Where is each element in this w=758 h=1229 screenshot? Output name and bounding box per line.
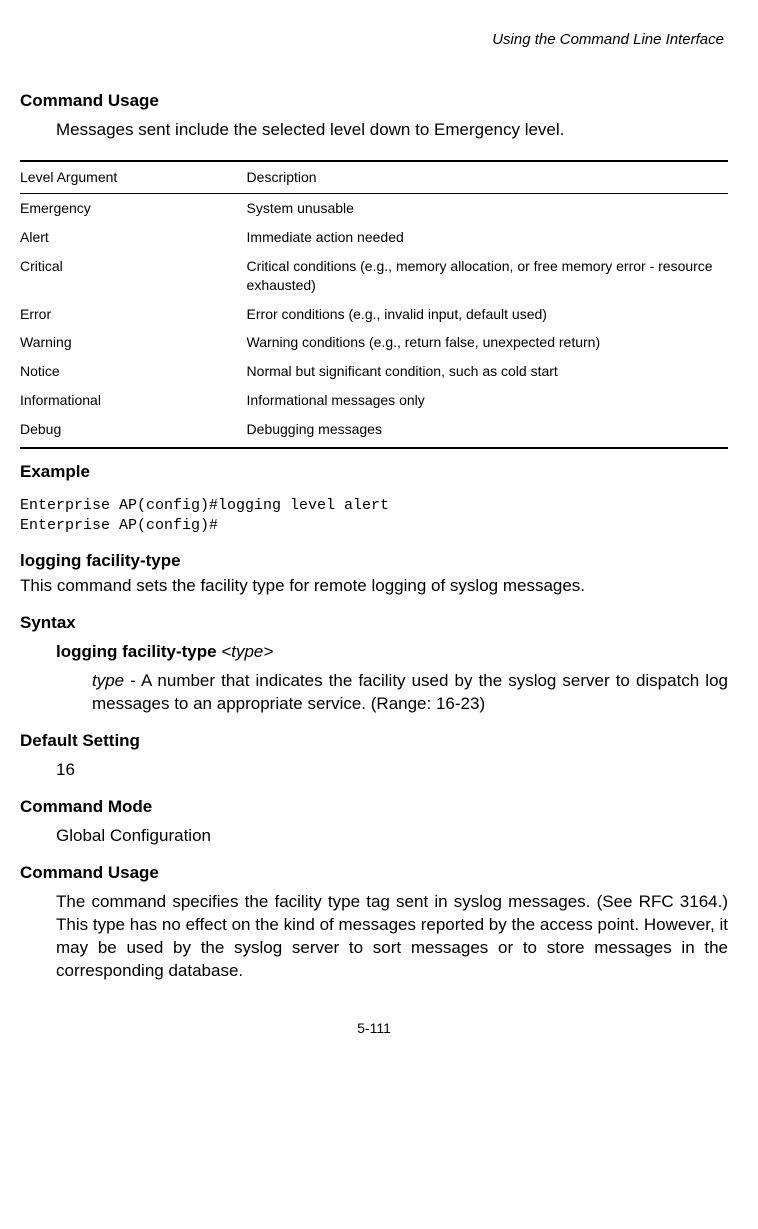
command-usage-title-2: Command Usage bbox=[20, 862, 728, 885]
table-cell: Error conditions (e.g., invalid input, d… bbox=[247, 300, 728, 329]
command-usage-body: The command specifies the facility type … bbox=[56, 891, 728, 983]
syntax-command: logging facility-type bbox=[56, 642, 217, 661]
table-row: DebugDebugging messages bbox=[20, 415, 728, 448]
table-cell: Warning bbox=[20, 328, 247, 357]
page-number: 5-111 bbox=[20, 1019, 728, 1038]
table-cell: Normal but significant condition, such a… bbox=[247, 357, 728, 386]
table-cell: Warning conditions (e.g., return false, … bbox=[247, 328, 728, 357]
type-text: - A number that indicates the facility u… bbox=[92, 671, 728, 713]
table-cell: System unusable bbox=[247, 194, 728, 223]
type-description: type - A number that indicates the facil… bbox=[92, 670, 728, 716]
table-cell: Alert bbox=[20, 223, 247, 252]
table-row: AlertImmediate action needed bbox=[20, 223, 728, 252]
table-cell: Critical conditions (e.g., memory alloca… bbox=[247, 252, 728, 300]
default-setting-title: Default Setting bbox=[20, 730, 728, 753]
command-mode-title: Command Mode bbox=[20, 796, 728, 819]
example-title: Example bbox=[20, 461, 728, 484]
command-description: This command sets the facility type for … bbox=[20, 575, 728, 598]
table-cell: Emergency bbox=[20, 194, 247, 223]
syntax-line: logging facility-type <type> bbox=[56, 641, 728, 664]
cli-example: Enterprise AP(config)#logging level aler… bbox=[20, 496, 728, 537]
table-cell: Critical bbox=[20, 252, 247, 300]
table-cell: Error bbox=[20, 300, 247, 329]
default-setting-value: 16 bbox=[56, 759, 728, 782]
table-row: NoticeNormal but significant condition, … bbox=[20, 357, 728, 386]
table-row: WarningWarning conditions (e.g., return … bbox=[20, 328, 728, 357]
table-header-description: Description bbox=[247, 161, 728, 193]
levels-table: Level Argument Description EmergencySyst… bbox=[20, 160, 728, 449]
table-cell: Debugging messages bbox=[247, 415, 728, 448]
type-label: type bbox=[92, 671, 124, 690]
command-mode-value: Global Configuration bbox=[56, 825, 728, 848]
table-header-level: Level Argument bbox=[20, 161, 247, 193]
table-cell: Informational bbox=[20, 386, 247, 415]
running-header: Using the Command Line Interface bbox=[20, 30, 724, 50]
syntax-argument: <type> bbox=[221, 642, 273, 661]
section-command-usage-title: Command Usage bbox=[20, 90, 728, 113]
table-cell: Notice bbox=[20, 357, 247, 386]
syntax-title: Syntax bbox=[20, 612, 728, 635]
table-cell: Debug bbox=[20, 415, 247, 448]
table-row: EmergencySystem unusable bbox=[20, 194, 728, 223]
table-row: CriticalCritical conditions (e.g., memor… bbox=[20, 252, 728, 300]
table-row: InformationalInformational messages only bbox=[20, 386, 728, 415]
table-cell: Informational messages only bbox=[247, 386, 728, 415]
table-row: ErrorError conditions (e.g., invalid inp… bbox=[20, 300, 728, 329]
table-cell: Immediate action needed bbox=[247, 223, 728, 252]
command-name: logging facility-type bbox=[20, 550, 728, 573]
section-command-usage-body: Messages sent include the selected level… bbox=[56, 119, 728, 142]
